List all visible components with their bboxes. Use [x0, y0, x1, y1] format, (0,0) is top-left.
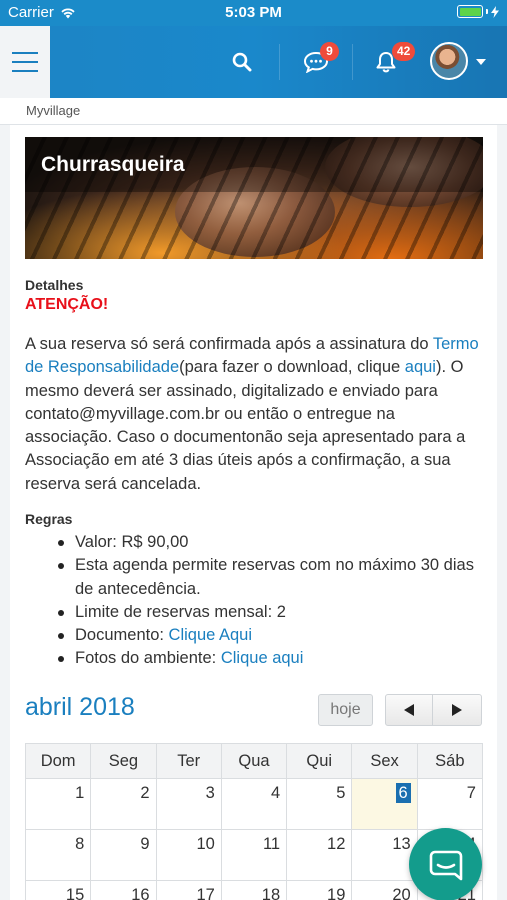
document-link[interactable]: Clique Aqui — [169, 626, 252, 644]
rule-item-document: Documento: Clique Aqui — [58, 624, 478, 647]
today-marker: 6 — [395, 783, 411, 803]
chat-bubble-icon — [429, 850, 462, 880]
arrow-right-icon — [452, 704, 462, 716]
calendar-day[interactable]: 11 — [221, 830, 288, 881]
rule-item-photos: Fotos do ambiente: Clique aqui — [58, 647, 478, 670]
charging-icon — [491, 5, 499, 18]
weekday-label: Seg — [91, 744, 157, 779]
description-text-3: ). O mesmo deverá ser assinado, digitali… — [25, 358, 466, 493]
weekday-label: Ter — [156, 744, 222, 779]
page-title: Churrasqueira — [41, 153, 185, 176]
calendar-day[interactable]: 8 — [26, 830, 92, 881]
clock: 5:03 PM — [225, 4, 282, 21]
prev-month-button[interactable] — [385, 694, 433, 726]
photos-label: Fotos do ambiente: — [75, 649, 221, 668]
weekday-label: Qui — [287, 744, 353, 779]
rule-item: Limite de reservas mensal: 2 — [58, 601, 478, 624]
rule-item: Valor: R$ 90,00 — [58, 531, 478, 554]
calendar-day[interactable]: 5 — [287, 779, 353, 830]
chat-support-button[interactable] — [409, 828, 482, 900]
battery-icon — [457, 5, 499, 18]
calendar-header: Dom Seg Ter Qua Qui Sex Sáb — [26, 744, 483, 779]
chevron-down-icon[interactable] — [476, 59, 486, 65]
notifications-badge: 42 — [392, 42, 416, 61]
weekday-label: Sex — [352, 744, 418, 779]
content-area: Churrasqueira Detalhes ATENÇÃO! A sua re… — [0, 125, 507, 900]
weekday-label: Dom — [26, 744, 92, 779]
calendar-week: 1 2 3 4 5 6 7 — [26, 779, 483, 830]
description-text-2: (para fazer o download, clique — [179, 358, 405, 377]
calendar-day[interactable]: 16 — [91, 881, 157, 900]
download-link[interactable]: aqui — [405, 358, 436, 376]
search-icon[interactable] — [222, 26, 262, 98]
bell-icon[interactable] — [370, 26, 402, 98]
calendar-day[interactable]: 15 — [26, 881, 92, 900]
messages-badge: 9 — [320, 42, 339, 61]
menu-icon[interactable] — [0, 26, 50, 98]
calendar-day[interactable]: 12 — [287, 830, 353, 881]
calendar-day[interactable]: 7 — [417, 779, 483, 830]
weekday-label: Qua — [221, 744, 288, 779]
calendar-day[interactable]: 19 — [287, 881, 353, 900]
photos-link[interactable]: Clique aqui — [221, 649, 304, 667]
details-label: Detalhes — [25, 277, 84, 293]
hero-image: Churrasqueira — [25, 137, 483, 259]
rule-item: Esta agenda permite reservas com no máxi… — [58, 554, 478, 601]
chat-icon[interactable] — [298, 26, 334, 98]
calendar-day[interactable]: 2 — [91, 779, 157, 830]
calendar-day[interactable]: 1 — [26, 779, 92, 830]
calendar-day[interactable]: 20 — [352, 881, 418, 900]
rules-list: Valor: R$ 90,00 Esta agenda permite rese… — [58, 531, 478, 671]
content-card: Churrasqueira Detalhes ATENÇÃO! A sua re… — [10, 125, 497, 900]
description: A sua reserva só será confirmada após a … — [25, 333, 485, 496]
avatar[interactable] — [430, 42, 468, 80]
calendar-day[interactable]: 18 — [222, 881, 288, 900]
document-label: Documento: — [75, 626, 169, 645]
calendar-title: abril 2018 — [25, 693, 135, 721]
app-header: 9 42 — [0, 26, 507, 98]
breadcrumb[interactable]: Myvillage — [0, 98, 507, 125]
description-text-1: A sua reserva só será confirmada após a … — [25, 335, 433, 353]
calendar-day[interactable]: 17 — [157, 881, 222, 900]
calendar-day-today[interactable]: 6 — [352, 779, 418, 830]
warning-text: ATENÇÃO! — [25, 296, 109, 313]
weekday-label: Sáb — [417, 744, 483, 779]
calendar-day[interactable]: 9 — [91, 830, 157, 881]
calendar-day[interactable]: 13 — [352, 830, 418, 881]
arrow-left-icon — [404, 704, 414, 716]
calendar-day[interactable]: 10 — [156, 830, 222, 881]
today-button[interactable]: hoje — [318, 694, 373, 726]
status-bar: Carrier 5:03 PM — [0, 0, 507, 26]
rules-label: Regras — [25, 511, 73, 527]
next-month-button[interactable] — [433, 694, 482, 726]
calendar-day[interactable]: 3 — [156, 779, 222, 830]
calendar-day[interactable]: 4 — [221, 779, 288, 830]
